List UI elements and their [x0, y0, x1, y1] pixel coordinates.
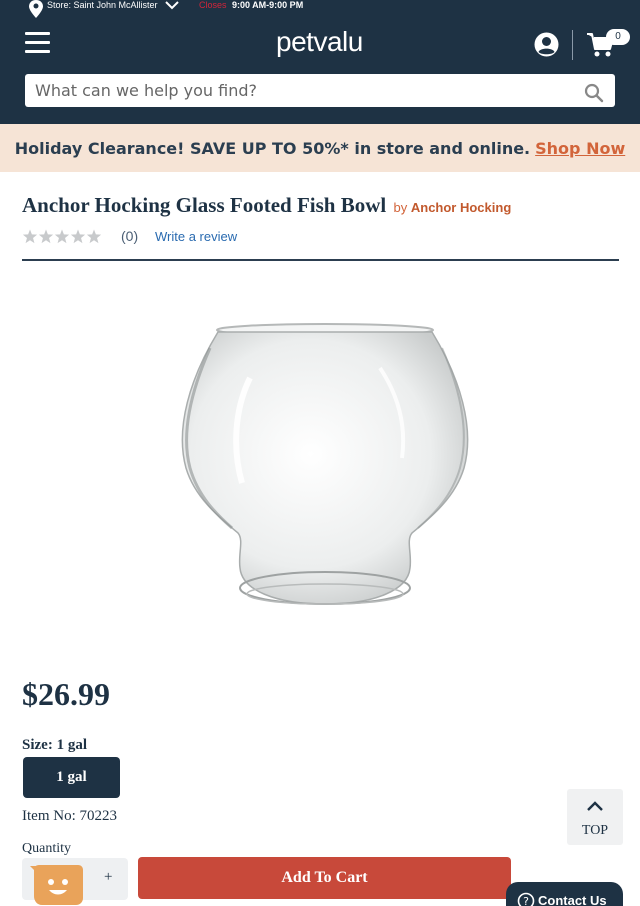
svg-text:?: ?: [523, 895, 529, 906]
product-title: Anchor Hocking Glass Footed Fish Bowl: [22, 193, 387, 217]
chevron-down-icon[interactable]: [164, 0, 180, 10]
size-label: Size: 1 gal: [22, 737, 87, 753]
rating-star-icon: [54, 229, 70, 244]
rating-star-icon: [86, 229, 102, 244]
search-bar: [25, 74, 615, 107]
add-to-cart-button[interactable]: Add To Cart: [138, 857, 511, 899]
store-name[interactable]: Store: Saint John McAllister: [47, 0, 158, 10]
chat-bot-icon[interactable]: [30, 864, 84, 906]
rating-stars[interactable]: [22, 229, 102, 245]
search-input[interactable]: [35, 74, 575, 107]
logo-pet: pet: [276, 26, 314, 57]
cart-count-badge[interactable]: 0: [606, 29, 630, 45]
contact-us-label[interactable]: Contact Us: [538, 893, 607, 906]
item-number: Item No: 70223: [22, 808, 117, 824]
product-image[interactable]: [180, 318, 470, 614]
location-pin-icon[interactable]: [28, 0, 44, 18]
rating-star-icon: [38, 229, 54, 244]
size-option-button[interactable]: 1 gal: [23, 757, 120, 798]
quantity-label: Quantity: [22, 841, 71, 856]
account-icon[interactable]: [533, 31, 560, 58]
hamburger-menu-icon[interactable]: [25, 32, 51, 56]
help-circle-icon[interactable]: ?: [517, 892, 535, 906]
store-hours: 9:00 AM-9:00 PM: [232, 0, 304, 10]
by-label: by: [393, 200, 408, 215]
promo-banner: Holiday Clearance! SAVE UP TO 50%* in st…: [0, 124, 640, 172]
search-icon[interactable]: [584, 83, 604, 103]
rating-star-icon: [70, 229, 86, 244]
logo-valu: valu: [313, 26, 363, 57]
brand-link[interactable]: Anchor Hocking: [411, 200, 511, 215]
product-price: $26.99: [22, 676, 110, 712]
review-count[interactable]: (0): [121, 228, 138, 244]
product-title-row: Anchor Hocking Glass Footed Fish Bowl by…: [22, 193, 511, 218]
promo-text: Holiday Clearance! SAVE UP TO 50%* in st…: [14, 138, 531, 158]
store-status: Closes: [199, 0, 227, 10]
header-divider: [572, 30, 573, 60]
title-divider: [22, 259, 619, 261]
rating-star-icon: [22, 229, 38, 244]
write-review-link[interactable]: Write a review: [155, 229, 237, 244]
quantity-plus-button[interactable]: +: [104, 869, 112, 886]
back-to-top-label[interactable]: TOP: [567, 823, 623, 839]
chevron-up-icon[interactable]: [585, 799, 605, 813]
petvalu-logo[interactable]: petvalu: [276, 26, 363, 58]
shop-now-link[interactable]: Shop Now: [535, 139, 625, 158]
